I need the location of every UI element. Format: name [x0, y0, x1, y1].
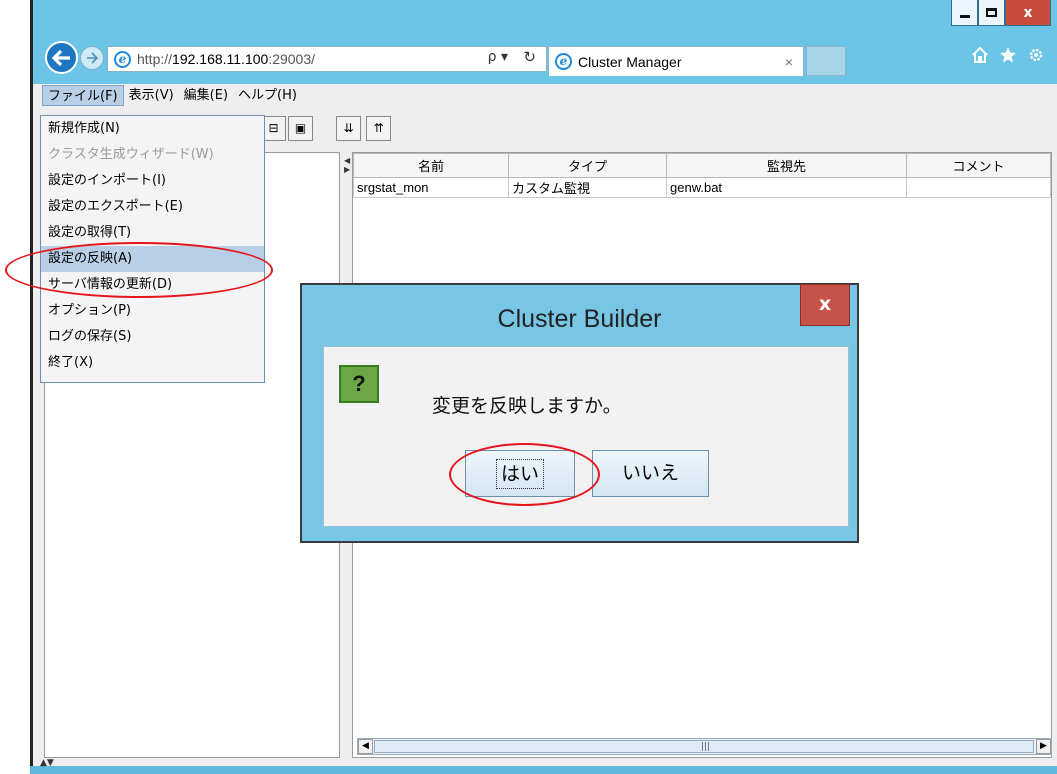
cell-target: genw.bat [666, 177, 907, 198]
search-dropdown-icon[interactable]: ρ ▾ [488, 49, 508, 65]
forward-button[interactable] [80, 46, 104, 70]
menu-item-save-log[interactable]: ログの保存(S) [41, 324, 264, 350]
cell-name: srgstat_mon [353, 177, 509, 198]
get-config-icon[interactable]: ⇊ [336, 116, 361, 141]
back-button[interactable] [45, 41, 78, 74]
menu-edit[interactable]: 編集(E) [179, 85, 233, 106]
menu-item-export[interactable]: 設定のエクスポート(E) [41, 194, 264, 220]
menu-view[interactable]: 表示(V) [124, 85, 179, 106]
tab-close-icon[interactable]: × [785, 54, 793, 70]
menu-help[interactable]: ヘルプ(H) [233, 85, 302, 106]
dialog-message: 変更を反映しますか。 [432, 395, 622, 417]
browser-toolbar-icons [971, 46, 1045, 64]
back-arrow-icon [51, 49, 70, 66]
menu-item-new[interactable]: 新規作成(N) [41, 116, 264, 142]
dialog-title: Cluster Builder [497, 305, 662, 333]
menu-item-import[interactable]: 設定のインポート(I) [41, 168, 264, 194]
tab-title: Cluster Manager [578, 53, 682, 70]
scroll-left-icon[interactable]: ◀ [358, 739, 373, 754]
minimize-icon [959, 15, 970, 18]
address-bar[interactable]: e http://192.168.11.100:29003/ ρ ▾ ↻ [107, 46, 547, 72]
menu-item-apply-config[interactable]: 設定の反映(A) [41, 246, 264, 272]
dialog-close-button[interactable]: x [800, 284, 850, 326]
menubar: ファイル(F) 表示(V) 編集(E) ヘルプ(H) [33, 84, 1057, 107]
address-url: http://192.168.11.100:29003/ [137, 51, 316, 67]
save-icon[interactable]: ▣ [288, 116, 313, 141]
scroll-right-icon[interactable]: ▶ [1036, 739, 1051, 754]
yes-button[interactable]: はい [465, 450, 575, 497]
splitter-arrows-icon[interactable]: ◀ ▶ [344, 156, 350, 174]
window-controls: x [951, 0, 1051, 26]
yes-label: はい [495, 459, 544, 489]
col-name[interactable]: 名前 [353, 153, 509, 178]
star-icon[interactable] [999, 46, 1017, 64]
gear-icon[interactable] [1027, 46, 1045, 64]
collapse-arrows-icon[interactable]: ▲▼ [40, 758, 54, 768]
apply-config-icon[interactable]: ⇈ [366, 116, 391, 141]
col-target[interactable]: 監視先 [666, 153, 907, 178]
refresh-icon[interactable]: ↻ [523, 48, 536, 66]
monitor-table: 名前 タイプ 監視先 コメント srgstat_mon カスタム監視 genw.… [353, 153, 1051, 198]
minimize-button[interactable] [951, 0, 978, 26]
question-icon: ? [339, 365, 379, 403]
menu-item-get-config[interactable]: 設定の取得(T) [41, 220, 264, 246]
menu-item-update-server-info[interactable]: サーバ情報の更新(D) [41, 272, 264, 298]
cell-comment [906, 177, 1051, 198]
home-icon[interactable] [971, 46, 989, 64]
maximize-icon [986, 8, 997, 17]
confirm-dialog: Cluster Builder x ? 変更を反映しますか。 はい いいえ [300, 283, 859, 543]
no-button[interactable]: いいえ [592, 450, 709, 497]
new-tab-button[interactable] [806, 46, 846, 76]
dialog-body [323, 346, 849, 527]
forward-arrow-icon [87, 52, 98, 64]
window-close-button[interactable]: x [1005, 0, 1051, 26]
close-icon: x [1023, 4, 1033, 21]
scroll-thumb[interactable]: ||| [374, 740, 1034, 753]
window-bottom-border [30, 766, 1057, 774]
horizontal-scrollbar[interactable]: ◀ ||| ▶ [357, 738, 1052, 755]
col-type[interactable]: タイプ [508, 153, 667, 178]
col-comment[interactable]: コメント [906, 153, 1051, 178]
menu-item-cluster-wizard: クラスタ生成ウィザード(W) [48, 147, 214, 162]
menu-file[interactable]: ファイル(F) [42, 85, 124, 106]
menu-item-options[interactable]: オプション(P) [41, 298, 264, 324]
maximize-button[interactable] [978, 0, 1005, 26]
browser-tab[interactable]: e Cluster Manager × [548, 46, 804, 76]
scroll-grip-icon: ||| [701, 742, 711, 752]
table-row[interactable]: srgstat_mon カスタム監視 genw.bat [353, 177, 1051, 198]
tab-ie-icon: e [555, 53, 572, 70]
cell-type: カスタム監視 [508, 177, 667, 198]
ie-logo-icon: e [114, 50, 131, 68]
file-menu-dropdown: 新規作成(N) クラスタ生成ウィザード(W) 設定のインポート(I) 設定のエク… [40, 115, 265, 383]
menu-item-exit[interactable]: 終了(X) [41, 350, 264, 376]
